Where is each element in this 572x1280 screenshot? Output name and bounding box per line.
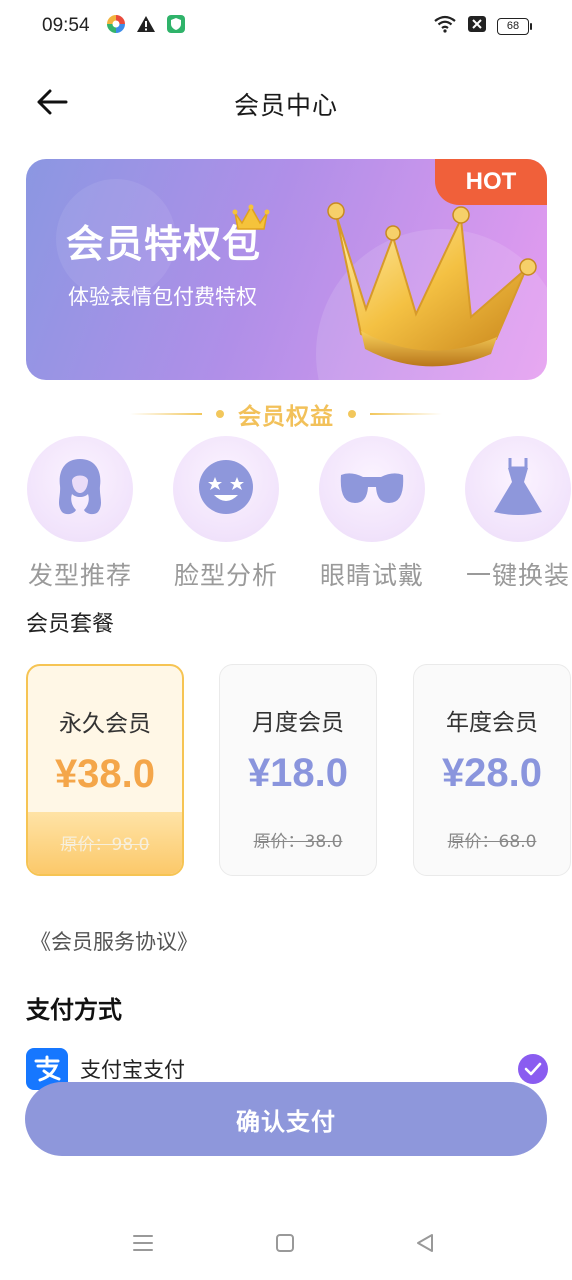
benefit-face-analysis[interactable]: 脸型分析 [166, 436, 286, 592]
plan-name: 月度会员 [252, 710, 344, 736]
payment-method-label: 支付宝支付 [80, 1058, 185, 1082]
benefits-title: 会员权益 [238, 404, 334, 430]
warning-icon [136, 15, 156, 38]
crown-icon [321, 199, 546, 373]
plan-price: ¥38.0 [54, 752, 156, 796]
confirm-payment-button[interactable]: 确认支付 [25, 1082, 547, 1156]
home-nav-button[interactable] [270, 1230, 300, 1260]
benefits-header: 会员权益 [110, 395, 462, 433]
benefit-outfit-change[interactable]: 一键换装 [458, 436, 572, 592]
benefit-label: 脸型分析 [173, 561, 278, 590]
plan-price: ¥28.0 [441, 751, 543, 795]
status-time: 09:54 [42, 15, 90, 36]
menu-nav-button[interactable] [128, 1230, 158, 1260]
small-crown-icon [232, 203, 270, 237]
system-nav-bar [0, 1210, 572, 1280]
plan-price: ¥18.0 [247, 751, 349, 795]
banner-subtitle: 体验表情包付费特权 [68, 285, 257, 309]
plan-card-yearly[interactable]: 年度会员 ¥28.0 原价：68.0 [413, 664, 571, 876]
square-icon [274, 1232, 296, 1258]
arrow-left-icon [36, 89, 68, 119]
benefits-list: 发型推荐 脸型分析 眼睛试戴 一键换装 [0, 436, 572, 596]
hair-icon [52, 456, 108, 522]
benefit-glasses-tryon[interactable]: 眼睛试戴 [312, 436, 432, 592]
page-title: 会员中心 [233, 91, 338, 120]
plan-original-price: 原价：68.0 [447, 832, 537, 852]
service-agreement-link[interactable]: 《会员服务协议》 [30, 926, 198, 956]
benefit-label: 眼睛试戴 [319, 561, 424, 590]
app-notification-icon [106, 14, 126, 39]
dress-icon [490, 456, 546, 522]
plan-name: 永久会员 [59, 711, 151, 737]
back-nav-button[interactable] [410, 1230, 440, 1260]
status-bar: 09:54 68 [0, 0, 572, 52]
shield-icon [166, 14, 186, 39]
membership-banner[interactable]: 会员特权包 体验表情包付费特权 HOT [26, 159, 547, 380]
plan-card-lifetime[interactable]: 永久会员 ¥38.0 原价：98.0 [26, 664, 184, 876]
check-icon[interactable] [518, 1054, 548, 1084]
wifi-icon [433, 15, 457, 38]
battery-level: 68 [497, 17, 529, 35]
plan-original-price: 原价：98.0 [60, 835, 150, 855]
back-button[interactable] [30, 84, 74, 124]
battery-icon: 68 [497, 17, 532, 35]
benefit-label: 一键换装 [465, 561, 570, 590]
benefit-hairstyle[interactable]: 发型推荐 [20, 436, 140, 592]
header: 会员中心 [0, 68, 572, 140]
plan-name: 年度会员 [446, 710, 538, 736]
sim-off-icon [467, 15, 487, 38]
menu-icon [131, 1233, 155, 1257]
face-icon [196, 457, 256, 521]
plans-title: 会员套餐 [26, 612, 115, 637]
plan-card-monthly[interactable]: 月度会员 ¥18.0 原价：38.0 [219, 664, 377, 876]
payment-title: 支付方式 [26, 996, 122, 1024]
glasses-icon [337, 465, 407, 513]
triangle-back-icon [414, 1232, 436, 1258]
plan-original-price: 原价：38.0 [253, 832, 343, 852]
benefit-label: 发型推荐 [27, 561, 132, 590]
